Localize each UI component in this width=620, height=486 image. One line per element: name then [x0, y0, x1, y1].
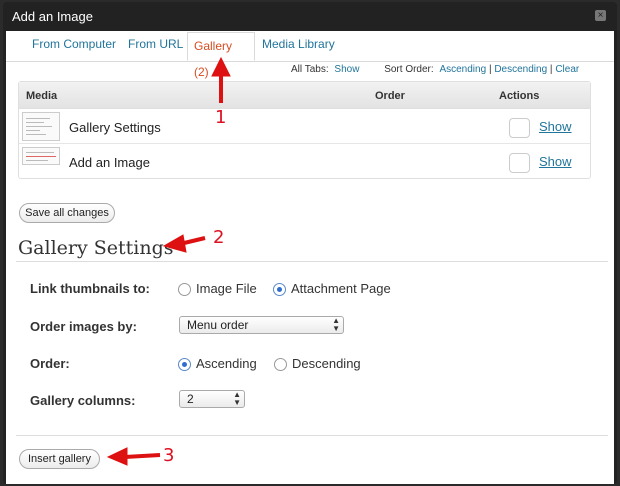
- annotation-number-1: 1: [215, 107, 227, 128]
- annotation-arrows: [106, 56, 231, 466]
- annotation-number-2: 2: [213, 227, 225, 248]
- annotation-number-3: 3: [163, 445, 175, 466]
- annotation-arrow-3: [123, 453, 161, 459]
